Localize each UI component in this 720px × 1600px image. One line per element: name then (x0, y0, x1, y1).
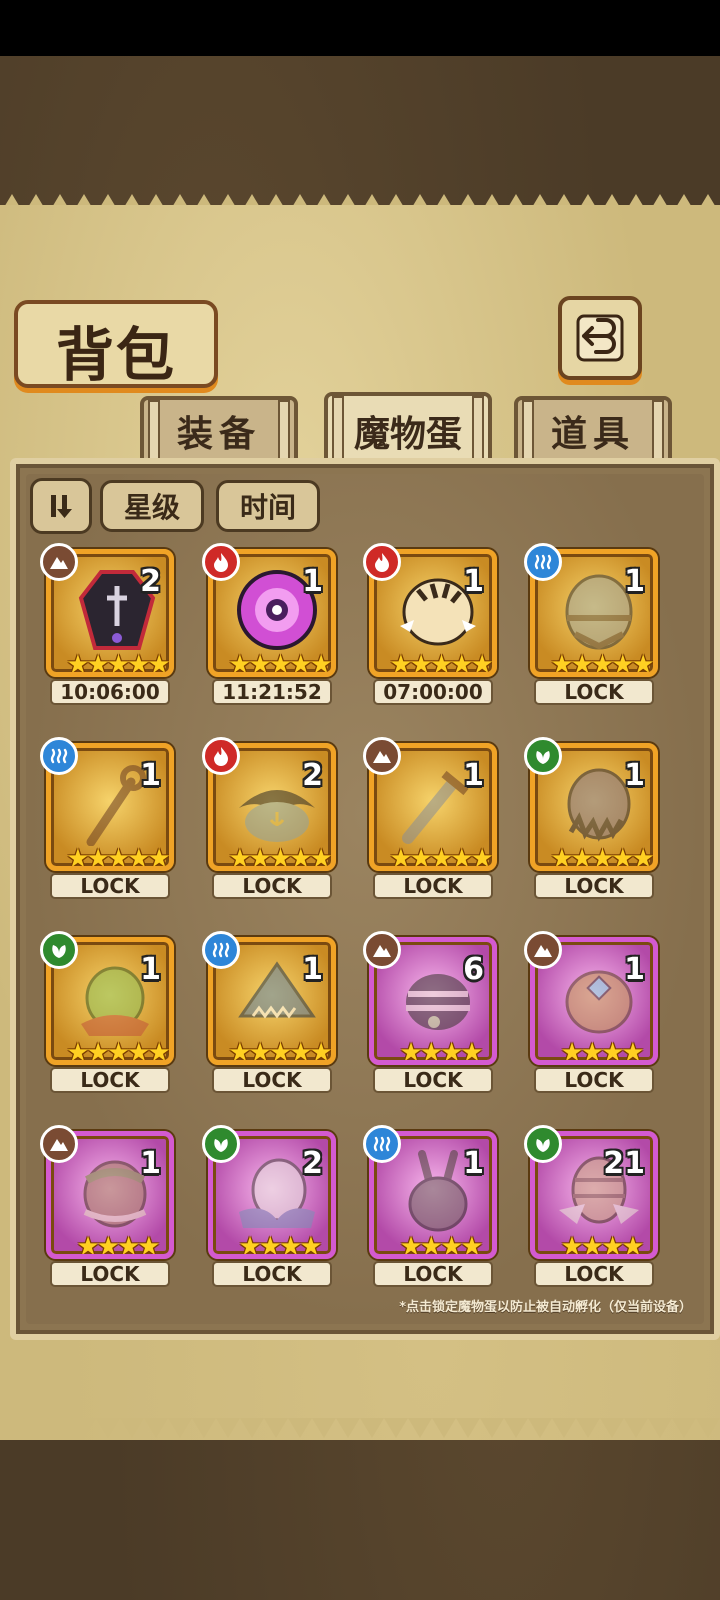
egg-count: 1 (624, 952, 645, 987)
tab-equipment-label: 装备 (176, 414, 261, 455)
fire-element-icon (363, 543, 401, 581)
egg-card[interactable]: 1 ★★★★★ LOCK (524, 543, 660, 705)
egg-card[interactable]: 2 ★★★★★ 10:06:00 (40, 543, 176, 705)
egg-star-rating: ★★★★★ (66, 650, 169, 677)
egg-count: 1 (463, 564, 484, 599)
wood-element-icon (524, 737, 562, 775)
egg-card[interactable]: 1 ★★★★★ 11:21:52 (202, 543, 338, 705)
sort-order-toggle[interactable] (30, 478, 92, 534)
egg-card[interactable]: 1 ★★★★★ LOCK (524, 737, 660, 899)
earth-element-icon (40, 543, 78, 581)
egg-card[interactable]: 1 ★★★★★ LOCK (202, 931, 338, 1093)
water-element-icon (363, 1125, 401, 1163)
egg-status-label[interactable]: LOCK (212, 873, 332, 899)
egg-star-rating: ★★★★ (399, 1232, 483, 1259)
egg-count: 1 (140, 758, 161, 793)
page-title: 背包 (55, 321, 176, 389)
egg-count: 1 (624, 564, 645, 599)
egg-status-label[interactable]: 11:21:52 (212, 679, 332, 705)
egg-star-rating: ★★★★ (76, 1232, 160, 1259)
egg-status-label[interactable]: LOCK (50, 873, 170, 899)
egg-count: 1 (463, 758, 484, 793)
egg-star-rating: ★★★★ (560, 1232, 644, 1259)
page-title-banner: 背包 (14, 300, 218, 389)
egg-status-label[interactable]: LOCK (534, 1261, 654, 1287)
water-element-icon (524, 543, 562, 581)
egg-status-label[interactable]: LOCK (373, 1261, 493, 1287)
egg-star-rating: ★★★★★ (66, 1038, 169, 1065)
sort-by-time-button[interactable]: 时间 (216, 480, 320, 532)
earth-element-icon (524, 931, 562, 969)
tab-items[interactable]: 道具 (514, 396, 672, 466)
egg-star-rating: ★★★★ (399, 1038, 483, 1065)
tab-equipment[interactable]: 装备 (140, 396, 298, 466)
earth-element-icon (40, 1125, 78, 1163)
egg-card[interactable]: 1 ★★★★★ LOCK (40, 931, 176, 1093)
wood-element-icon (202, 1125, 240, 1163)
egg-status-label[interactable]: LOCK (50, 1261, 170, 1287)
egg-star-rating: ★★★★ (238, 1232, 322, 1259)
egg-star-rating: ★★★★★ (550, 844, 653, 871)
egg-card[interactable]: 6 ★★★★ LOCK (363, 931, 499, 1093)
egg-card[interactable]: 1 ★★★★ LOCK (40, 1125, 176, 1287)
parchment-edge-bottom (0, 1418, 720, 1438)
wood-element-icon (40, 931, 78, 969)
egg-count: 1 (140, 1146, 161, 1181)
back-button[interactable] (558, 296, 642, 380)
egg-star-rating: ★★★★★ (228, 844, 331, 871)
tab-monster-eggs-label: 魔物蛋 (353, 414, 462, 455)
egg-card[interactable]: 1 ★★★★ LOCK (524, 931, 660, 1093)
egg-count: 1 (624, 758, 645, 793)
fire-element-icon (202, 737, 240, 775)
egg-status-label[interactable]: LOCK (212, 1261, 332, 1287)
egg-count: 6 (463, 952, 484, 987)
earth-element-icon (363, 931, 401, 969)
egg-card[interactable]: 1 ★★★★ LOCK (363, 1125, 499, 1287)
egg-count: 1 (463, 1146, 484, 1181)
egg-status-label[interactable]: LOCK (534, 679, 654, 705)
earth-element-icon (363, 737, 401, 775)
egg-status-label[interactable]: LOCK (373, 1067, 493, 1093)
back-arrow-icon (576, 314, 624, 362)
egg-count: 1 (302, 952, 323, 987)
egg-star-rating: ★★★★★ (389, 650, 492, 677)
egg-status-label[interactable]: 10:06:00 (50, 679, 170, 705)
egg-card[interactable]: 2 ★★★★ LOCK (202, 1125, 338, 1287)
egg-card[interactable]: 1 ★★★★★ 07:00:00 (363, 543, 499, 705)
egg-status-label[interactable]: LOCK (212, 1067, 332, 1093)
wood-element-icon (524, 1125, 562, 1163)
egg-star-rating: ★★★★★ (228, 1038, 331, 1065)
egg-count: 1 (140, 952, 161, 987)
water-element-icon (202, 931, 240, 969)
tab-items-label: 道具 (550, 414, 635, 455)
sort-direction-icon (51, 495, 72, 518)
egg-star-rating: ★★★★★ (550, 650, 653, 677)
egg-count: 2 (302, 758, 323, 793)
fire-element-icon (202, 543, 240, 581)
tab-monster-eggs[interactable]: 魔物蛋 (324, 392, 492, 470)
egg-card[interactable]: 2 ★★★★★ LOCK (202, 737, 338, 899)
egg-star-rating: ★★★★★ (66, 844, 169, 871)
egg-count: 2 (302, 1146, 323, 1181)
egg-card[interactable]: 1 ★★★★★ LOCK (40, 737, 176, 899)
water-element-icon (40, 737, 78, 775)
lock-hint-text: *点击锁定魔物蛋以防止被自动孵化（仅当前设备） (399, 1300, 692, 1315)
egg-status-label[interactable]: LOCK (373, 873, 493, 899)
egg-count: 21 (603, 1146, 645, 1181)
sort-by-star-button[interactable]: 星级 (100, 480, 204, 532)
egg-count: 1 (302, 564, 323, 599)
status-bar (0, 0, 720, 56)
egg-status-label[interactable]: LOCK (50, 1067, 170, 1093)
egg-star-rating: ★★★★★ (389, 844, 492, 871)
egg-star-rating: ★★★★★ (228, 650, 331, 677)
egg-card[interactable]: 21 ★★★★ LOCK (524, 1125, 660, 1287)
egg-card[interactable]: 1 ★★★★★ LOCK (363, 737, 499, 899)
egg-status-label[interactable]: LOCK (534, 873, 654, 899)
egg-star-rating: ★★★★ (560, 1038, 644, 1065)
egg-status-label[interactable]: LOCK (534, 1067, 654, 1093)
egg-count: 2 (140, 564, 161, 599)
egg-status-label[interactable]: 07:00:00 (373, 679, 493, 705)
